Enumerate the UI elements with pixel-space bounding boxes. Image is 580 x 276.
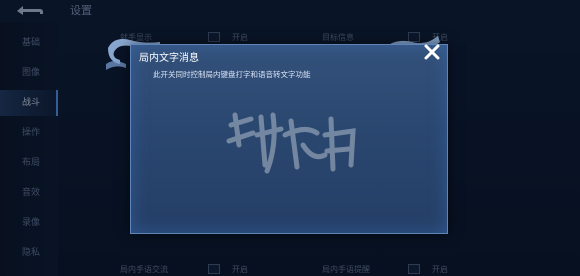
- text-message-dialog: 局内文字消息 此开关同时控制局内键盘打字和语音转文字功能: [130, 44, 448, 234]
- dialog-description: 此开关同时控制局内键盘打字和语音转文字功能: [153, 70, 311, 79]
- dialog-header: 局内文字消息: [131, 45, 447, 65]
- watermark-icon: [226, 112, 356, 174]
- dialog-title: 局内文字消息: [139, 53, 199, 64]
- close-icon[interactable]: [422, 42, 442, 62]
